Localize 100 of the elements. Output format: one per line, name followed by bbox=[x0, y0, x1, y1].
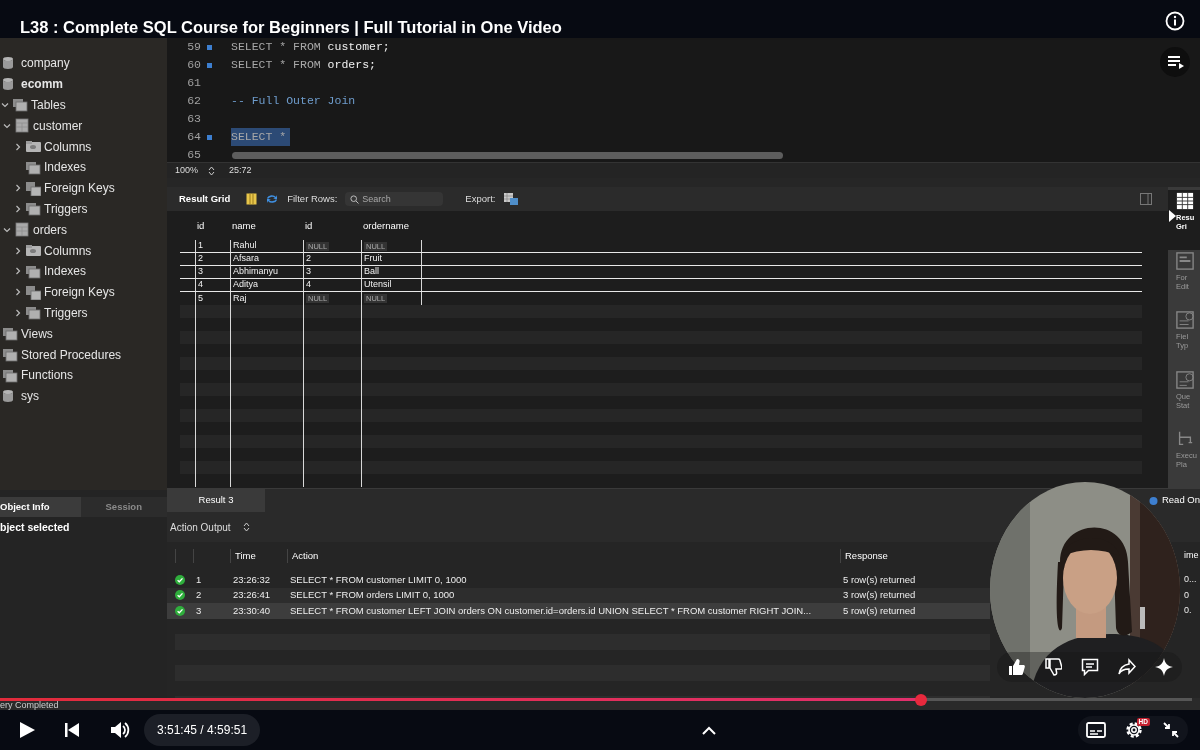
chevron-icon[interactable] bbox=[13, 267, 22, 276]
zoom-level: 100% bbox=[175, 163, 199, 177]
tree-item[interactable]: Columns bbox=[44, 241, 92, 260]
tree-item[interactable]: Functions bbox=[21, 366, 74, 385]
pointer-icon bbox=[1169, 210, 1176, 222]
column-header[interactable]: ime bbox=[1184, 545, 1200, 567]
stepper-icon[interactable] bbox=[242, 522, 250, 532]
column-header[interactable]: ordername bbox=[361, 215, 421, 237]
tree-item[interactable]: ecomm bbox=[21, 75, 64, 94]
tree-item[interactable]: company bbox=[21, 54, 70, 73]
tree-item[interactable]: Foreign Keys bbox=[44, 283, 115, 302]
line-number: 60 bbox=[186, 57, 201, 74]
column-header[interactable]: id bbox=[195, 215, 230, 237]
folder-icon bbox=[25, 243, 41, 259]
share-icon[interactable] bbox=[1117, 658, 1136, 676]
chevron-up-icon[interactable] bbox=[702, 725, 717, 735]
volume-icon[interactable] bbox=[110, 721, 130, 739]
chevron-icon[interactable] bbox=[13, 142, 22, 151]
panel-tab[interactable]: Object Info bbox=[0, 497, 81, 517]
table-cell-text: 3 row(s) returned bbox=[842, 588, 917, 603]
table-cell-text: 0. bbox=[1184, 604, 1193, 617]
tree-item[interactable]: Indexes bbox=[44, 262, 87, 281]
tree-item[interactable]: Triggers bbox=[44, 199, 88, 218]
panel-tab[interactable]: Session bbox=[80, 497, 167, 517]
subtitles-icon[interactable] bbox=[1086, 722, 1106, 738]
column-header[interactable]: id bbox=[303, 215, 361, 237]
folder-icon bbox=[25, 201, 41, 217]
grid-cell: 5 bbox=[198, 292, 203, 305]
export-icon[interactable] bbox=[503, 192, 520, 206]
stepper-icon[interactable] bbox=[208, 165, 216, 176]
refresh-icon[interactable] bbox=[265, 193, 280, 205]
search-icon[interactable] bbox=[350, 194, 360, 204]
output-selector[interactable]: Action Output bbox=[170, 519, 231, 535]
chevron-icon[interactable] bbox=[13, 204, 22, 213]
grid-cell: Raj bbox=[233, 292, 247, 305]
table-icon bbox=[14, 118, 30, 134]
tree-item[interactable]: Tables bbox=[31, 96, 66, 114]
comment-icon[interactable] bbox=[1080, 658, 1099, 676]
table-cell-text: SELECT * FROM customer LEFT JOIN orders ON customer.id=orders.id UNION SELECT * FROM customer RIGHT JOIN... bbox=[289, 603, 813, 618]
status-text: ery Completed bbox=[0, 700, 59, 710]
grid-cell: Fruit bbox=[364, 253, 382, 265]
tree-item[interactable]: Indexes bbox=[44, 158, 87, 177]
tree-item[interactable]: Stored Procedures bbox=[21, 345, 122, 364]
cursor-position: 25:72 bbox=[229, 163, 252, 177]
grid-icon[interactable] bbox=[246, 193, 258, 205]
tree-item[interactable]: Triggers bbox=[44, 303, 88, 322]
toolbar-title: Result Grid bbox=[179, 191, 231, 206]
column-header[interactable]: Response bbox=[840, 549, 990, 563]
video-title: L38 : Complete SQL Course for Beginners | Full Tutorial in One Video bbox=[20, 17, 562, 37]
like-icon[interactable] bbox=[1006, 658, 1025, 676]
stats-icon bbox=[1176, 370, 1194, 389]
chevron-icon[interactable] bbox=[2, 121, 11, 130]
chevron-icon[interactable] bbox=[13, 184, 22, 193]
column-header[interactable]: Action bbox=[287, 549, 840, 563]
success-icon bbox=[175, 590, 185, 601]
folder-icon bbox=[25, 263, 41, 279]
chevron-icon[interactable] bbox=[0, 101, 9, 109]
table-cell-text: 5 row(s) returned bbox=[842, 572, 917, 587]
grid-cell: 4 bbox=[198, 279, 203, 291]
column-header[interactable]: Time bbox=[230, 549, 287, 563]
folder-icon bbox=[25, 139, 41, 155]
folder-icon bbox=[2, 326, 18, 342]
scrollbar-thumb[interactable] bbox=[232, 152, 783, 159]
panel-toggle-icon[interactable] bbox=[1140, 193, 1152, 205]
folder-icon bbox=[25, 305, 41, 321]
sparkle-icon[interactable] bbox=[1154, 658, 1173, 676]
chevron-icon[interactable] bbox=[2, 225, 11, 234]
table-cell-text: SELECT * FROM customer LIMIT 0, 1000 bbox=[289, 572, 468, 587]
code-line: SELECT * FROM customer; bbox=[231, 39, 391, 56]
chevron-icon[interactable] bbox=[13, 288, 22, 297]
tree-item[interactable]: orders bbox=[33, 220, 67, 239]
chevron-icon[interactable] bbox=[13, 308, 22, 317]
output-row-highlight[interactable]: 3 23:30:40 SELECT * FROM customer LEFT JOIN orders ON customer.id=orders.id UNION SELECT * FROM customer RIGHT JOIN... 5 row(s) returned bbox=[167, 603, 990, 619]
table-cell-text: 23:30:40 bbox=[232, 603, 271, 618]
tree-item[interactable]: sys bbox=[21, 387, 39, 406]
line-number: 63 bbox=[186, 111, 201, 128]
dislike-icon[interactable] bbox=[1043, 658, 1062, 676]
folder-icon bbox=[25, 159, 41, 175]
exit-fullscreen-icon[interactable] bbox=[1162, 721, 1180, 739]
folder-icon bbox=[2, 367, 18, 383]
playlist-icon[interactable] bbox=[1160, 47, 1190, 77]
grid-cell: Ball bbox=[364, 266, 379, 278]
grid-cell: Afsara bbox=[233, 253, 259, 265]
tree-item[interactable]: Foreign Keys bbox=[44, 179, 115, 198]
column-header[interactable]: name bbox=[230, 215, 303, 237]
info-icon[interactable] bbox=[1165, 11, 1185, 31]
chevron-icon[interactable] bbox=[13, 246, 22, 255]
tree-item[interactable]: Views bbox=[21, 324, 53, 343]
tree-item[interactable]: Columns bbox=[44, 137, 92, 156]
previous-icon[interactable] bbox=[64, 722, 80, 738]
play-icon[interactable] bbox=[18, 720, 36, 740]
result-tab[interactable]: Result 3 bbox=[167, 489, 265, 512]
grid-cell: 3 bbox=[306, 266, 311, 278]
grid-icon bbox=[1176, 192, 1194, 210]
grid-cell: Rahul bbox=[233, 240, 257, 252]
tree-item[interactable]: customer bbox=[33, 116, 83, 135]
search-field[interactable]: Search bbox=[345, 192, 444, 206]
grid-cell: 2 bbox=[306, 253, 311, 265]
folder-icon bbox=[12, 97, 28, 113]
field-list-icon bbox=[1176, 311, 1194, 330]
